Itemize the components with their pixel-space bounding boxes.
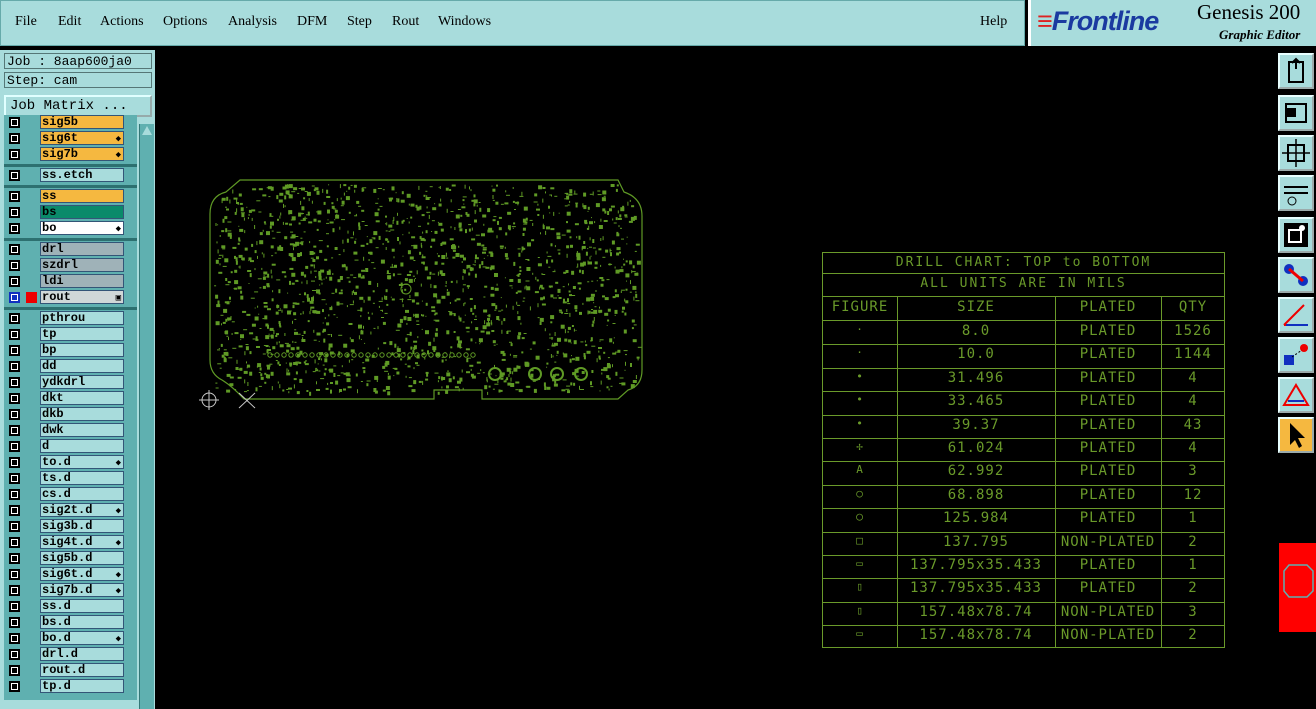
zoom-back-icon[interactable] xyxy=(1278,95,1314,131)
drill-header-cell: SIZE xyxy=(957,299,995,315)
drill-qty-cell: 4 xyxy=(1188,369,1198,386)
pcb-board xyxy=(209,179,643,400)
row-divider xyxy=(823,461,1224,463)
row-divider xyxy=(823,601,1224,603)
drill-plated-cell: PLATED xyxy=(1079,463,1137,480)
divider xyxy=(823,296,1224,297)
row-divider xyxy=(823,531,1224,533)
drill-fig-cell: · xyxy=(856,346,864,360)
drill-fig-cell: A xyxy=(856,463,864,477)
drill-header-cell: FIGURE xyxy=(831,299,889,315)
drill-fig-cell: ○ xyxy=(856,486,864,500)
drill-plated-cell: PLATED xyxy=(1079,580,1137,597)
datum-cross-icon xyxy=(238,392,256,409)
drill-plated-cell: PLATED xyxy=(1079,510,1137,527)
drill-size-cell: 10.0 xyxy=(957,346,995,363)
drill-qty-cell: 1 xyxy=(1188,510,1198,527)
drill-qty-cell: 2 xyxy=(1188,533,1198,550)
drill-size-cell: 31.496 xyxy=(947,369,1005,386)
pointer-icon[interactable] xyxy=(1278,417,1314,453)
drill-size-cell: 61.024 xyxy=(947,440,1005,456)
drill-fig-cell: · xyxy=(856,323,864,336)
drill-size-cell: 33.465 xyxy=(947,393,1005,410)
drill-fig-cell: ◯ xyxy=(856,510,864,524)
drill-qty-cell: 3 xyxy=(1188,463,1198,480)
origin-crosshair-icon xyxy=(199,390,219,410)
row-divider xyxy=(823,484,1224,486)
drill-size-cell: 68.898 xyxy=(947,486,1005,503)
drill-chart-table: DRILL CHART: TOP to BOTTOM ALL UNITS ARE … xyxy=(822,252,1225,648)
drill-qty-cell: 1144 xyxy=(1174,346,1212,363)
drill-chart-units: ALL UNITS ARE IN MILS xyxy=(920,276,1127,291)
drill-fig-cell: ✢ xyxy=(856,440,864,453)
drill-size-cell: 62.992 xyxy=(947,463,1005,480)
drill-fig-cell: □ xyxy=(856,533,864,547)
row-divider xyxy=(823,508,1224,510)
divider xyxy=(823,273,1224,274)
row-divider xyxy=(823,391,1224,393)
drill-fig-cell: ▯ xyxy=(856,580,864,594)
row-divider xyxy=(823,555,1224,556)
board-outline xyxy=(209,179,643,400)
measure-icon[interactable] xyxy=(1278,175,1314,211)
drill-fig-cell: • xyxy=(856,369,864,383)
drill-plated-cell: PLATED xyxy=(1079,323,1137,339)
drill-plated-cell: NON-PLATED xyxy=(1060,533,1156,550)
drill-fig-cell: • xyxy=(856,416,864,430)
row-divider xyxy=(823,367,1224,369)
row-divider xyxy=(823,344,1224,346)
drill-plated-cell: PLATED xyxy=(1079,393,1137,410)
drill-plated-cell: NON-PLATED xyxy=(1060,627,1156,644)
drill-qty-cell: 4 xyxy=(1188,440,1198,456)
drill-fig-cell: • xyxy=(856,393,864,407)
drill-qty-cell: 43 xyxy=(1183,416,1203,433)
layer-preview xyxy=(1279,543,1316,632)
drill-size-cell: 157.48x78.74 xyxy=(919,627,1033,644)
drill-plated-cell: PLATED xyxy=(1079,416,1137,433)
drill-plated-cell: PLATED xyxy=(1079,557,1137,573)
drill-size-cell: 8.0 xyxy=(961,323,991,339)
drill-qty-cell: 3 xyxy=(1188,603,1198,620)
drill-size-cell: 157.48x78.74 xyxy=(919,603,1033,620)
drill-size-cell: 39.37 xyxy=(952,416,1000,433)
drill-fig-cell: ▭ xyxy=(856,557,864,570)
drill-qty-cell: 4 xyxy=(1188,393,1198,410)
row-divider xyxy=(823,578,1224,580)
drill-size-cell: 125.984 xyxy=(942,510,1009,527)
divider xyxy=(823,320,1224,321)
zoom-home-icon[interactable] xyxy=(1278,53,1314,89)
drill-plated-cell: PLATED xyxy=(1079,369,1137,386)
angle-icon[interactable] xyxy=(1278,297,1314,333)
drill-plated-cell: PLATED xyxy=(1079,440,1137,456)
drill-qty-cell: 2 xyxy=(1188,580,1198,597)
drill-plated-cell: PLATED xyxy=(1079,486,1137,503)
connect-icon[interactable] xyxy=(1278,257,1314,293)
triangle-icon[interactable] xyxy=(1278,377,1314,413)
drill-qty-cell: 1 xyxy=(1188,557,1198,573)
drill-qty-cell: 12 xyxy=(1183,486,1203,503)
drill-size-cell: 137.795 xyxy=(942,533,1009,550)
drill-fig-cell: ▯ xyxy=(856,603,864,617)
row-divider xyxy=(823,438,1224,439)
drill-size-cell: 137.795x35.433 xyxy=(909,580,1042,597)
drill-header-cell: PLATED xyxy=(1079,299,1137,315)
drill-plated-cell: NON-PLATED xyxy=(1060,603,1156,620)
drill-fig-cell: ▭ xyxy=(856,627,864,641)
row-divider xyxy=(823,414,1224,416)
row-divider xyxy=(823,625,1224,627)
drill-qty-cell: 1526 xyxy=(1174,323,1212,339)
drill-chart-title: DRILL CHART: TOP to BOTTOM xyxy=(895,255,1152,270)
drill-size-cell: 137.795x35.433 xyxy=(909,557,1042,573)
drill-header-cell: QTY xyxy=(1178,299,1208,315)
snap-icon[interactable] xyxy=(1278,217,1314,253)
drill-plated-cell: PLATED xyxy=(1079,346,1137,363)
select-feature-icon[interactable] xyxy=(1278,337,1314,373)
zoom-fit-icon[interactable] xyxy=(1278,135,1314,171)
drill-qty-cell: 2 xyxy=(1188,627,1198,644)
